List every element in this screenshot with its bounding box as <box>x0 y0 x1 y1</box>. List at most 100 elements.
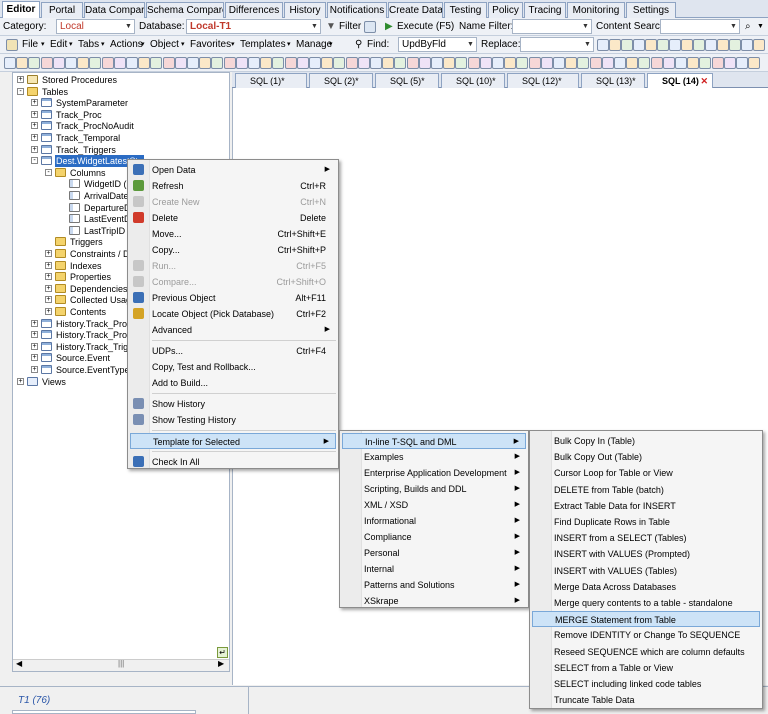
toolbar-icon[interactable] <box>309 57 321 69</box>
expand-icon[interactable]: + <box>31 354 38 362</box>
sql-tab[interactable]: SQL (13)* <box>581 73 645 88</box>
sql-tab[interactable]: SQL (10)* <box>441 73 505 88</box>
toolbar-icon[interactable] <box>260 57 273 69</box>
sql-tab[interactable]: SQL (5)* <box>375 73 439 88</box>
menu-item-show-history[interactable]: Show History <box>130 396 336 412</box>
toolbar-icon[interactable] <box>40 57 53 69</box>
menu-actions[interactable]: Actions <box>110 38 143 52</box>
tab-differences[interactable]: Differences <box>225 2 283 18</box>
submenu-item[interactable]: Patterns and Solutions ▶ <box>342 577 526 593</box>
name-filter-input[interactable]: ▼ <box>512 19 592 34</box>
menu-object[interactable]: Object <box>150 38 179 52</box>
toolbar-icon[interactable] <box>516 57 529 69</box>
toolbar-icon[interactable] <box>577 57 590 69</box>
toolbar-icon[interactable] <box>657 39 669 51</box>
toolbar-icon[interactable] <box>113 57 126 69</box>
template-item[interactable]: Find Duplicate Rows in Table <box>532 514 760 530</box>
menu-item-open-data[interactable]: Open Data ▶ <box>130 162 336 178</box>
collapse-icon[interactable]: - <box>45 168 52 176</box>
toolbar-icon[interactable] <box>626 57 639 69</box>
toolbar-icon[interactable] <box>650 57 663 69</box>
tab-editor[interactable]: Editor <box>2 1 40 19</box>
submenu-item[interactable]: Compliance ▶ <box>342 529 526 545</box>
toolbar-icon[interactable] <box>687 57 700 69</box>
expand-icon[interactable]: + <box>31 134 38 141</box>
toolbar-icon[interactable] <box>418 57 431 69</box>
template-item[interactable]: Extract Table Data for INSERT <box>532 498 760 514</box>
tree-node[interactable]: + Stored Procedures <box>13 74 229 86</box>
toolbar-icon[interactable] <box>540 57 553 69</box>
expand-icon[interactable]: + <box>45 308 52 315</box>
toolbar-icon[interactable] <box>4 57 16 69</box>
collapse-icon[interactable]: - <box>31 157 38 165</box>
template-item[interactable]: Bulk Copy Out (Table) <box>532 449 760 465</box>
toolbar-icon[interactable] <box>394 57 407 69</box>
toolbar-icon[interactable] <box>382 57 395 69</box>
toolbar-icon[interactable] <box>431 57 443 69</box>
expand-icon[interactable]: + <box>45 250 52 257</box>
tab-settings[interactable]: Settings <box>626 2 676 18</box>
replace-input[interactable]: ▼ <box>520 37 594 52</box>
toolbar-icon[interactable] <box>717 39 729 51</box>
submenu-item[interactable]: Internal ▶ <box>342 561 526 577</box>
template-item[interactable]: SELECT including linked code tables <box>532 676 760 692</box>
toolbar-icon[interactable] <box>406 57 419 69</box>
tree-node[interactable]: + Track_ProcNoAudit <box>13 120 229 132</box>
menu-item-template-for-selected[interactable]: Template for Selected ▶ <box>130 433 336 449</box>
toolbar-icon[interactable] <box>126 57 138 69</box>
toolbar-icon[interactable] <box>723 57 736 69</box>
toolbar-icon[interactable] <box>333 57 346 69</box>
tree-horizontal-scrollbar[interactable]: ◀ ||| ▶ <box>13 659 229 671</box>
toolbar-icon[interactable] <box>443 57 456 69</box>
search-icon[interactable]: ⌕ <box>745 20 751 34</box>
toolbar-icon[interactable] <box>199 57 212 69</box>
menu-file[interactable]: File <box>22 38 38 52</box>
tab-notifications[interactable]: Notifications <box>327 2 387 18</box>
toolbar-icon[interactable] <box>699 57 712 69</box>
submenu-item[interactable]: Examples ▶ <box>342 449 526 465</box>
return-icon[interactable]: ↵ <box>217 647 228 658</box>
expand-icon[interactable]: + <box>31 110 38 118</box>
toolbar-icon[interactable] <box>223 57 236 69</box>
toolbar-icon[interactable] <box>741 39 753 51</box>
filter-button[interactable]: Filter <box>339 20 361 34</box>
toolbar-icon[interactable] <box>633 39 645 51</box>
submenu-item[interactable]: XML / XSD ▶ <box>342 497 526 513</box>
toolbar-icon[interactable] <box>609 39 621 51</box>
menu-item-create-new[interactable]: Create New Ctrl+N <box>130 194 336 210</box>
menu-item-previous-object[interactable]: Previous Object Alt+F11 <box>130 290 336 306</box>
expand-icon[interactable]: + <box>31 319 38 327</box>
toolbar-icon[interactable] <box>150 57 163 69</box>
toolbar-icon[interactable] <box>174 57 187 69</box>
toolbar-icon[interactable] <box>284 57 297 69</box>
menu-item-copy-test-and-rollback[interactable]: Copy, Test and Rollback... <box>130 359 336 375</box>
toolbar-icon[interactable] <box>28 57 41 69</box>
template-item[interactable]: Bulk Copy In (Table) <box>532 433 760 449</box>
menu-item-show-testing-history[interactable]: Show Testing History <box>130 412 336 428</box>
scroll-thumb[interactable]: ||| <box>118 659 124 668</box>
tab-portal[interactable]: Portal <box>41 2 83 18</box>
tree-node[interactable]: + SystemParameter <box>13 97 229 109</box>
scroll-left-icon[interactable]: ◀ <box>16 659 22 668</box>
toolbar-icon[interactable] <box>669 39 681 51</box>
toolbar-icon[interactable] <box>492 57 504 69</box>
toolbar-icon[interactable] <box>89 57 102 69</box>
toolbar-icon[interactable] <box>357 57 370 69</box>
toolbar-icon[interactable] <box>736 57 748 69</box>
submenu-item[interactable]: XSkrape ▶ <box>342 593 526 609</box>
menu-favorites[interactable]: Favorites <box>190 38 231 52</box>
template-item[interactable]: SELECT from a Table or View <box>532 660 760 676</box>
template-item[interactable]: Reseed SEQUENCE which are column default… <box>532 644 760 660</box>
execute-button[interactable]: Execute (F5) <box>397 20 454 34</box>
expand-icon[interactable]: + <box>17 377 24 385</box>
close-icon[interactable]: ✕ <box>700 74 708 88</box>
find-input[interactable]: UpdByFld ▼ <box>398 37 477 52</box>
tab-tracing[interactable]: Tracing <box>524 2 566 18</box>
template-item[interactable]: Remove IDENTITY or Change To SEQUENCE <box>532 627 760 643</box>
tab-testing[interactable]: Testing <box>444 2 487 18</box>
menu-templates[interactable]: Templates <box>240 38 286 52</box>
expand-icon[interactable]: + <box>45 284 52 292</box>
options-icon[interactable] <box>364 21 376 33</box>
expand-icon[interactable]: + <box>31 366 38 373</box>
tab-schema-compare[interactable]: Schema Compare <box>146 2 224 18</box>
